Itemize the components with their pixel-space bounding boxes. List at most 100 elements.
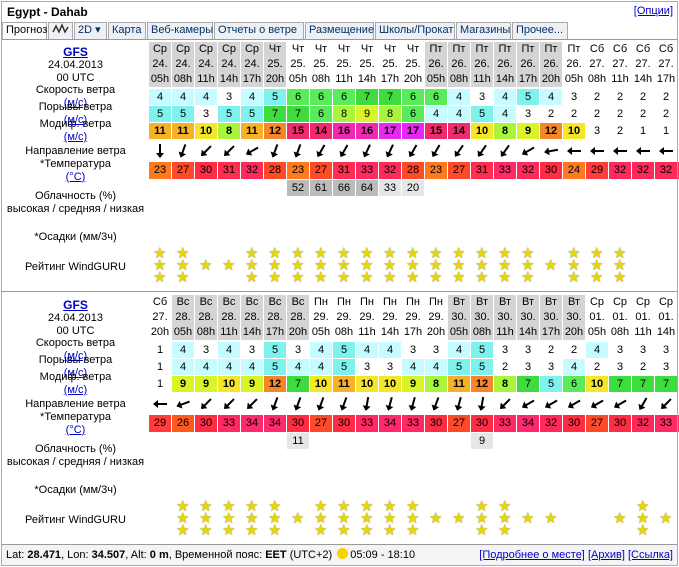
wind-arrow-icon xyxy=(333,142,355,160)
tab-7[interactable]: Школы/Прокат xyxy=(375,22,455,39)
archive-link[interactable]: [Архив] xyxy=(588,549,625,561)
date-cell: 26. xyxy=(471,57,493,72)
wind-arrow-icon xyxy=(172,395,194,413)
options-link[interactable]: [Опции] xyxy=(634,5,673,17)
hour-cell: 05h xyxy=(448,325,470,340)
day-cell: Сб xyxy=(586,42,608,57)
date-cell: 27. xyxy=(149,310,171,325)
hour-cell: 14h xyxy=(241,325,263,340)
gusts-cell: 3 xyxy=(517,106,539,122)
gusts-cell: 4 xyxy=(195,359,217,375)
wind-arrow-icon xyxy=(287,142,309,160)
date-cell: 26. xyxy=(425,57,447,72)
date-cell: 27. xyxy=(586,57,608,72)
wind-arrow-icon xyxy=(540,395,562,413)
hour-cell: 05h xyxy=(149,72,171,87)
modified-wind-cell: 10 xyxy=(586,376,608,392)
rating-star-icon: ★ xyxy=(268,522,282,539)
modified-wind-cell: 10 xyxy=(310,376,332,392)
wind-arrow-icon xyxy=(632,395,654,413)
date-cell: 24. xyxy=(172,57,194,72)
temperature-cell: 27 xyxy=(310,162,332,179)
rating-star-icon: ★ xyxy=(613,510,627,527)
hour-cell: 20h xyxy=(287,325,309,340)
temperature-cell: 30 xyxy=(471,415,493,432)
wind-arrow-icon xyxy=(517,395,539,413)
rating-star-icon: ★ xyxy=(429,510,443,527)
date-cell: 25. xyxy=(310,57,332,72)
rating-star-icon: ★ xyxy=(544,257,558,274)
modified-wind-cell: 2 xyxy=(609,123,631,139)
tab-6[interactable]: Размещение xyxy=(305,22,374,39)
tab-2[interactable]: 2D ▾ xyxy=(74,22,107,39)
modified-wind-cell: 9 xyxy=(402,376,424,392)
altitude: 0 m xyxy=(149,549,169,561)
tab-4[interactable]: Веб-камеры xyxy=(147,22,213,39)
wind-speed-cell: 4 xyxy=(448,89,470,105)
date-cell: 26. xyxy=(563,57,585,72)
day-cell: Пт xyxy=(540,42,562,57)
unit-link: (°C) xyxy=(65,423,86,436)
date-cell: 30. xyxy=(448,310,470,325)
temperature-label: *Температура (°C) xyxy=(4,158,147,183)
model-link[interactable]: GFS xyxy=(4,45,147,59)
hour-cell: 14h xyxy=(494,72,516,87)
permalink-link[interactable]: [Ссылка] xyxy=(628,549,673,561)
day-cell: Ср xyxy=(609,295,631,310)
title-bar: Egypt - Dahab [Опции] xyxy=(2,2,677,21)
day-cell: Чт xyxy=(264,42,286,57)
modified-wind-cell: 7 xyxy=(287,376,309,392)
tab-0[interactable]: Прогноз xyxy=(2,22,47,40)
date-cell: 25. xyxy=(379,57,401,72)
place-details-link[interactable]: [Подробнее о месте] xyxy=(479,549,585,561)
cloud-cell: 66 xyxy=(333,180,355,196)
modified-wind-cell: 11 xyxy=(241,123,263,139)
temperature-cell: 27 xyxy=(172,162,194,179)
wind-arrow-icon xyxy=(172,142,194,160)
date-cell: 28. xyxy=(264,310,286,325)
day-cell: Вс xyxy=(218,295,240,310)
temperature-cell: 30 xyxy=(195,415,217,432)
hour-cell: 20h xyxy=(402,72,424,87)
gusts-cell: 4 xyxy=(287,359,309,375)
wind-speed-cell: 4 xyxy=(172,89,194,105)
wind-speed-cell: 3 xyxy=(195,342,217,358)
hour-cell: 08h xyxy=(310,72,332,87)
wind-speed-cell: 7 xyxy=(379,89,401,105)
temperature-cell: 30 xyxy=(195,162,217,179)
model-link[interactable]: GFS xyxy=(4,298,147,312)
tab-8[interactable]: Магазины xyxy=(456,22,511,39)
rating-star-icon: ★ xyxy=(613,269,627,286)
wind-speed-cell: 4 xyxy=(310,342,332,358)
temperature-cell: 32 xyxy=(632,162,654,179)
gusts-cell: 5 xyxy=(264,359,286,375)
gusts-cell: 4 xyxy=(563,359,585,375)
gusts-cell: 5 xyxy=(218,106,240,122)
precipitation-label: *Осадки (мм/3ч) xyxy=(34,483,117,496)
temperature-cell: 34 xyxy=(379,415,401,432)
gusts-cell: 4 xyxy=(172,359,194,375)
date-cell: 26. xyxy=(540,57,562,72)
temperature-cell: 34 xyxy=(517,415,539,432)
rating-star-icon: ★ xyxy=(291,269,305,286)
day-cell: Вт xyxy=(517,295,539,310)
tab-3[interactable]: Карта xyxy=(108,22,146,39)
day-cell: Пн xyxy=(425,295,447,310)
divider xyxy=(2,39,677,40)
date-cell: 28. xyxy=(172,310,194,325)
graph-icon[interactable] xyxy=(48,22,73,39)
wind-speed-cell: 2 xyxy=(632,89,654,105)
gusts-cell: 3 xyxy=(655,359,677,375)
tab-9[interactable]: Прочее... xyxy=(512,22,568,39)
modified-wind-cell: 8 xyxy=(425,376,447,392)
day-cell: Пн xyxy=(402,295,424,310)
run-date: 24.04.2013 xyxy=(47,58,104,71)
tab-5[interactable]: Отчеты о ветре xyxy=(214,22,304,39)
gusts-cell: 5 xyxy=(333,359,355,375)
wind-speed-cell: 6 xyxy=(333,89,355,105)
day-cell: Пт xyxy=(517,42,539,57)
rating-star-icon: ★ xyxy=(498,269,512,286)
date-cell: 30. xyxy=(494,310,516,325)
gusts-cell: 4 xyxy=(425,106,447,122)
modified-wind-cell: 7 xyxy=(632,376,654,392)
